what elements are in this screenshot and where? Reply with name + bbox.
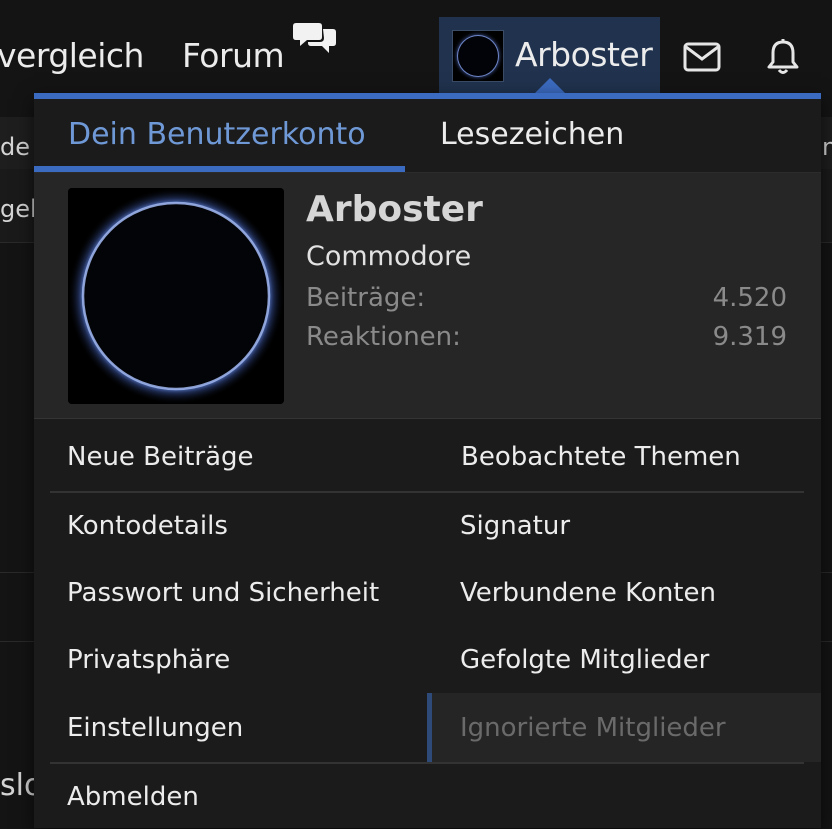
link-kontodetails[interactable]: Kontodetails <box>67 511 228 541</box>
active-tab-indicator <box>34 166 405 172</box>
background-text-fragment: gel <box>0 195 37 223</box>
avatar <box>452 30 504 82</box>
link-abmelden[interactable]: Abmelden <box>67 782 199 812</box>
bell-icon[interactable] <box>764 38 802 76</box>
nav-item-vergleich[interactable]: vergleich <box>0 36 144 75</box>
stat-label-reaktionen: Reaktionen: <box>306 322 461 352</box>
profile-avatar[interactable] <box>68 188 284 404</box>
profile-summary: Arboster Commodore Beiträge: 4.520 Reakt… <box>34 173 821 419</box>
nav-username: Arboster <box>515 35 653 74</box>
tab-lesezeichen[interactable]: Lesezeichen <box>440 117 624 152</box>
stat-label-beitraege: Beiträge: <box>306 283 426 313</box>
background-text-fragment: de <box>0 133 30 161</box>
link-beobachtete-themen[interactable]: Beobachtete Themen <box>461 442 741 472</box>
link-gefolgte-mitglieder[interactable]: Gefolgte Mitglieder <box>460 645 709 675</box>
profile-user-title: Commodore <box>306 241 472 272</box>
nav-item-forum[interactable]: Forum <box>182 36 285 75</box>
link-ignorierte-mitglieder[interactable]: Ignorierte Mitglieder <box>460 713 726 743</box>
stat-value-beitraege: 4.520 <box>712 283 787 313</box>
chat-bubbles-icon <box>293 23 336 53</box>
account-dropdown-menu: Dein Benutzerkonto Lesezeichen Arboster … <box>34 93 821 828</box>
link-signatur[interactable]: Signatur <box>460 511 570 541</box>
menu-divider <box>50 491 804 493</box>
link-passwort-und-sicherheit[interactable]: Passwort und Sicherheit <box>67 578 379 608</box>
link-neue-beitraege[interactable]: Neue Beiträge <box>67 442 254 472</box>
tab-dein-benutzerkonto[interactable]: Dein Benutzerkonto <box>68 117 366 152</box>
link-privatsphaere[interactable]: Privatsphäre <box>67 645 230 675</box>
link-einstellungen[interactable]: Einstellungen <box>67 713 243 743</box>
menu-divider <box>50 762 804 764</box>
link-verbundene-konten[interactable]: Verbundene Konten <box>460 578 716 608</box>
stat-value-reaktionen: 9.319 <box>712 322 787 352</box>
profile-username[interactable]: Arboster <box>306 189 483 230</box>
envelope-icon[interactable] <box>683 38 721 76</box>
menu-tabs: Dein Benutzerkonto Lesezeichen <box>34 99 821 173</box>
background-text-fragment: n <box>822 133 832 161</box>
